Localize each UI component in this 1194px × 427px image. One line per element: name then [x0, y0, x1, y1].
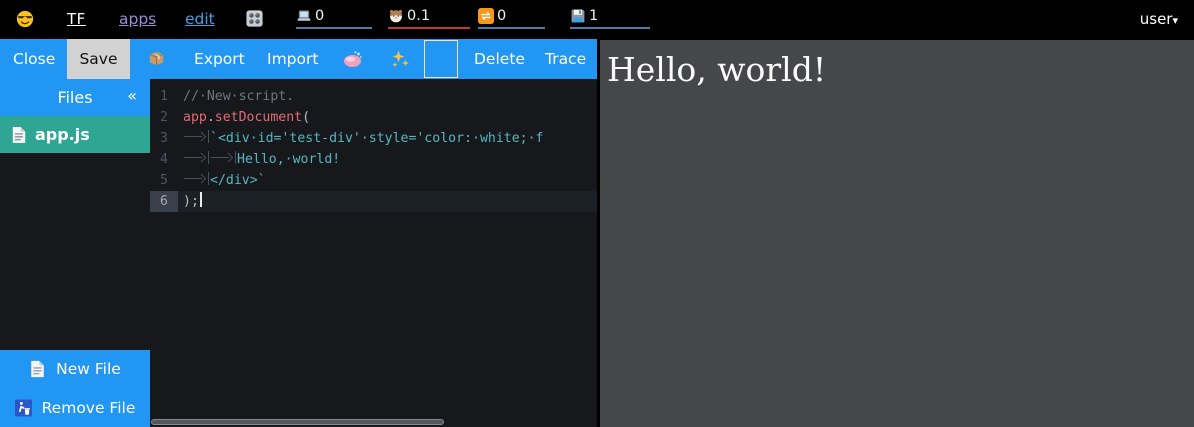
stat-repeat-value: 0 — [497, 8, 506, 24]
stat-hamster[interactable]: 0.1 — [388, 7, 470, 29]
preview-panel: Hello, world! — [600, 40, 1194, 427]
empty-toolbar-button[interactable] — [424, 40, 458, 78]
soap-icon[interactable] — [343, 50, 363, 68]
brand-link[interactable]: TF — [67, 10, 86, 28]
sidebar-empty-area — [0, 153, 150, 350]
remove-file-button[interactable]: Remove File — [0, 388, 150, 427]
document-icon — [11, 126, 27, 144]
line-number: 1 — [150, 86, 178, 107]
app-window: TF apps edit 0 0.1 0 — [0, 0, 1194, 427]
text-cursor — [200, 192, 202, 207]
editor-toolbar: Close Save Export Import Delete Trace — [0, 39, 597, 79]
export-button[interactable]: Export — [194, 50, 245, 68]
tab-whitespace-icon — [183, 172, 209, 185]
file-item-appjs[interactable]: app.js — [0, 116, 150, 153]
line-number: 3 — [150, 128, 178, 149]
code-content: `<div·id='test-div'·style='color:·white;… — [178, 128, 597, 149]
code-line[interactable]: 6); — [150, 191, 597, 212]
stat-floppy[interactable]: 1 — [570, 7, 650, 29]
line-number: 6 — [150, 191, 178, 212]
line-number: 5 — [150, 170, 178, 191]
code-token: </div>` — [210, 173, 266, 188]
edit-link[interactable]: edit — [185, 10, 215, 28]
collapse-sidebar-icon[interactable]: « — [127, 86, 137, 105]
code-token: ); — [183, 194, 199, 209]
top-bar: TF apps edit 0 0.1 0 — [0, 0, 1194, 39]
code-content: ); — [178, 191, 597, 212]
line-number: 2 — [150, 107, 178, 128]
file-name: app.js — [35, 125, 90, 144]
save-button[interactable]: Save — [67, 39, 130, 79]
code-line[interactable]: 1 //·New·script. — [150, 86, 597, 107]
tab-whitespace-icon — [210, 151, 236, 164]
file-sidebar: Files « app.js New File Remove File — [0, 79, 150, 427]
close-button[interactable]: Close — [13, 50, 55, 68]
stat-floppy-value: 1 — [589, 8, 598, 24]
code-content: app.setDocument( — [178, 107, 597, 128]
import-button[interactable]: Import — [267, 50, 318, 68]
repeat-icon — [478, 8, 494, 24]
user-menu-label: user — [1140, 10, 1173, 28]
preview-hello-text: Hello, world! — [600, 40, 1194, 88]
code-line[interactable]: 3 `<div·id='test-div'·style='color:·white… — [150, 128, 597, 149]
code-content: </div>` — [178, 170, 597, 191]
code-token: `<div·id='test-div'·style='color:·white;… — [210, 131, 543, 146]
code-line[interactable]: 2app.setDocument( — [150, 107, 597, 128]
stat-hamster-value: 0.1 — [407, 8, 430, 24]
horizontal-scrollbar[interactable] — [151, 419, 444, 425]
code-token: setDocument — [215, 110, 302, 125]
code-line[interactable]: 5 </div>` — [150, 170, 597, 191]
floppy-disk-icon — [570, 8, 586, 24]
code-token: app — [183, 110, 207, 125]
tab-whitespace-icon — [183, 130, 209, 143]
smiling-face-sunglasses-icon[interactable] — [16, 10, 34, 28]
code-token: . — [207, 110, 215, 125]
code-token: Hello,·world! — [237, 152, 340, 167]
code-token: //·New·script. — [183, 89, 294, 104]
litter-bin-icon — [15, 399, 32, 417]
code-content: //·New·script. — [178, 86, 597, 107]
delete-button[interactable]: Delete — [474, 50, 525, 68]
apps-link[interactable]: apps — [119, 10, 156, 28]
laptop-icon — [296, 8, 312, 24]
code-token: ( — [302, 110, 310, 125]
tab-whitespace-icon — [183, 151, 209, 164]
user-menu[interactable]: user▾ — [1140, 10, 1178, 28]
stat-laptop[interactable]: 0 — [296, 7, 372, 29]
chevron-down-icon: ▾ — [1172, 14, 1178, 27]
code-editor[interactable]: 1//·New·script.2app.setDocument(3`<div·i… — [150, 79, 597, 427]
sparkles-icon[interactable] — [390, 49, 410, 69]
new-file-icon — [29, 360, 46, 378]
code-line[interactable]: 4 Hello,·world! — [150, 149, 597, 170]
files-header-title: Files — [57, 88, 92, 107]
new-file-label: New File — [56, 360, 121, 378]
stat-laptop-value: 0 — [315, 8, 324, 24]
new-file-button[interactable]: New File — [0, 350, 150, 388]
control-knobs-icon[interactable] — [245, 9, 264, 28]
code-content: Hello,·world! — [178, 149, 597, 170]
files-header: Files « — [0, 79, 150, 116]
stat-repeat[interactable]: 0 — [478, 7, 545, 29]
trace-button[interactable]: Trace — [545, 50, 586, 68]
remove-file-label: Remove File — [42, 399, 136, 417]
code-lines: 1//·New·script.2app.setDocument(3`<div·i… — [150, 86, 597, 212]
line-number: 4 — [150, 149, 178, 170]
package-icon[interactable] — [147, 49, 166, 68]
hamster-icon — [388, 8, 404, 24]
